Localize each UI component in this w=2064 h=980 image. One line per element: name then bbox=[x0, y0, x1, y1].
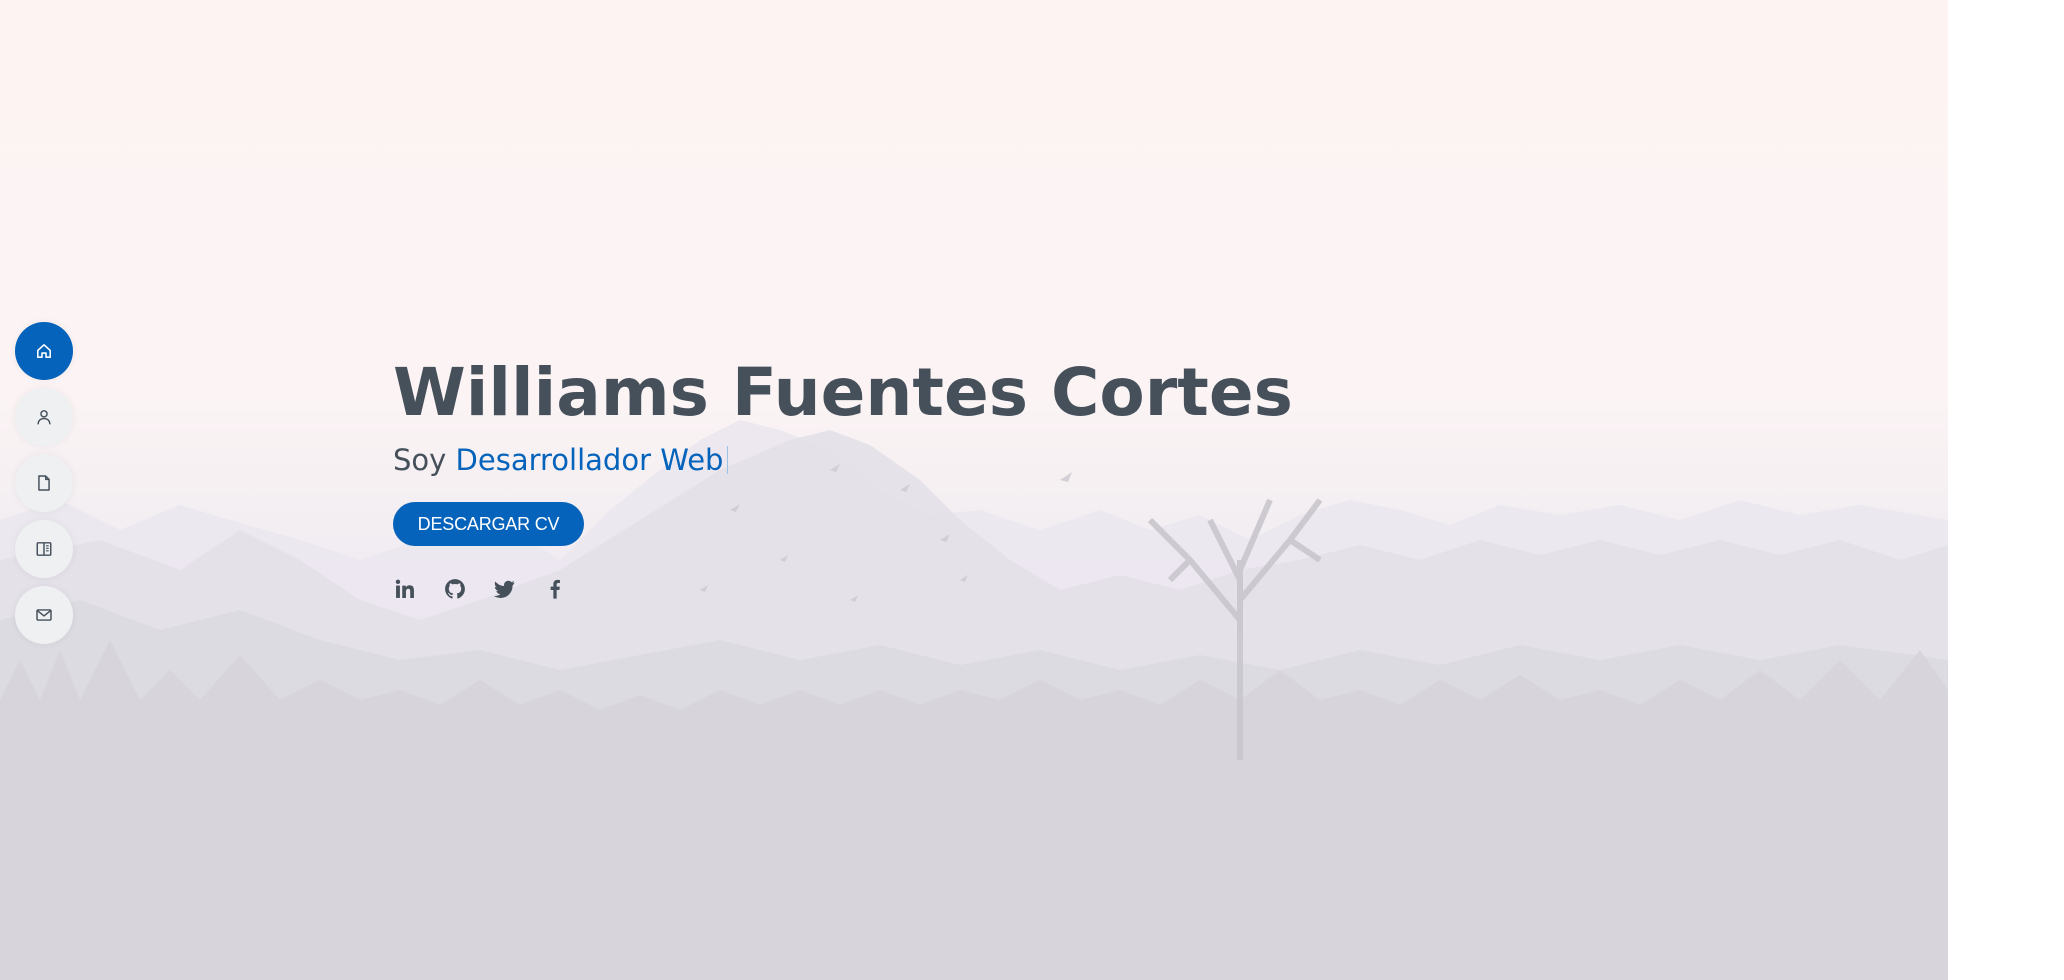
typing-cursor bbox=[727, 446, 729, 474]
facebook-link[interactable] bbox=[543, 577, 567, 601]
twitter-link[interactable] bbox=[493, 577, 517, 601]
linkedin-link[interactable] bbox=[393, 577, 417, 601]
github-icon bbox=[445, 579, 465, 599]
hero-name: Williams Fuentes Cortes bbox=[393, 354, 1293, 431]
person-icon bbox=[37, 410, 51, 425]
hero-subtitle: Soy Desarrollador Web bbox=[393, 440, 1293, 480]
nav-portfolio-button[interactable] bbox=[15, 520, 73, 578]
file-icon bbox=[38, 475, 50, 491]
nav-home-button[interactable] bbox=[15, 322, 73, 380]
book-icon bbox=[36, 542, 52, 556]
nav-about-button[interactable] bbox=[15, 388, 73, 446]
nav-contact-button[interactable] bbox=[15, 586, 73, 644]
envelope-icon bbox=[36, 609, 52, 621]
github-link[interactable] bbox=[443, 577, 467, 601]
home-icon bbox=[37, 344, 51, 358]
hero-content: Williams Fuentes Cortes Soy Desarrollado… bbox=[393, 348, 1293, 480]
nav-resume-button[interactable] bbox=[15, 454, 73, 512]
typed-role-text: Desarrollador Web bbox=[455, 443, 724, 477]
twitter-icon bbox=[494, 580, 515, 598]
mountain-landscape-background bbox=[0, 420, 1948, 980]
download-cv-button[interactable]: DESCARGAR CV bbox=[393, 502, 584, 546]
hero-section bbox=[0, 0, 1948, 980]
subtitle-prefix: Soy bbox=[393, 443, 447, 477]
facebook-icon bbox=[550, 579, 560, 599]
linkedin-icon bbox=[395, 579, 414, 598]
